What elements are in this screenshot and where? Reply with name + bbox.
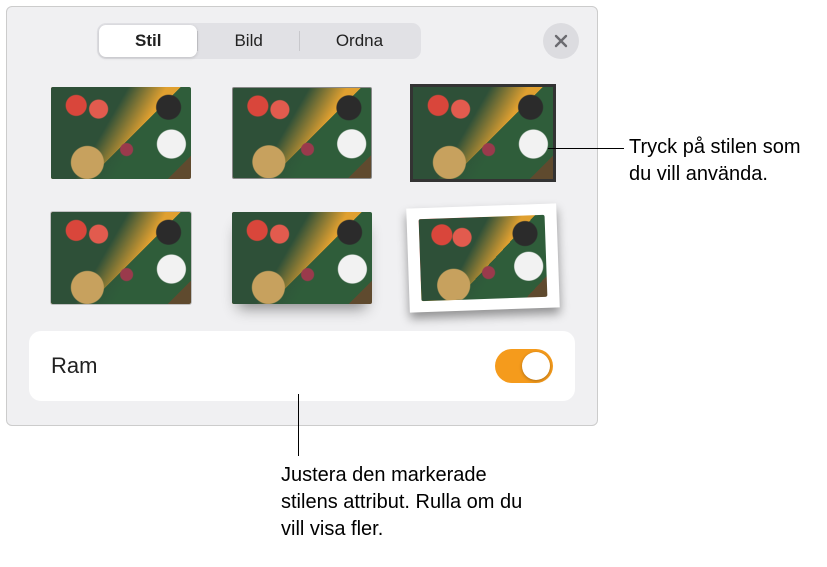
thumbnail-image bbox=[413, 87, 553, 179]
thumbnail-image bbox=[232, 212, 372, 304]
thumbnail-image bbox=[51, 87, 191, 179]
frame-label: Ram bbox=[51, 353, 97, 379]
close-button[interactable] bbox=[543, 23, 579, 59]
callout-style: Tryck på stilen som du vill använda. bbox=[629, 134, 824, 188]
callout-leader bbox=[298, 394, 299, 456]
style-option-2[interactable] bbox=[228, 87, 375, 179]
frame-toggle[interactable] bbox=[495, 349, 553, 383]
segmented-control: Stil Bild Ordna bbox=[97, 23, 421, 59]
thumbnail-image bbox=[232, 87, 372, 179]
format-panel: Stil Bild Ordna Ram bbox=[6, 6, 598, 426]
close-icon bbox=[553, 33, 569, 49]
style-option-5[interactable] bbox=[228, 207, 375, 309]
callout-leader bbox=[548, 148, 624, 149]
tab-arrange[interactable]: Ordna bbox=[300, 25, 419, 57]
frame-section: Ram bbox=[29, 331, 575, 401]
style-option-4[interactable] bbox=[47, 207, 194, 309]
tab-style[interactable]: Stil bbox=[99, 25, 197, 57]
thumbnail-image bbox=[419, 215, 548, 301]
callout-attributes: Justera den markerade stilens attribut. … bbox=[281, 462, 541, 543]
thumbnail-image bbox=[51, 212, 191, 304]
tab-image[interactable]: Bild bbox=[198, 25, 298, 57]
style-option-3[interactable] bbox=[410, 87, 557, 179]
toggle-knob bbox=[522, 352, 550, 380]
style-option-1[interactable] bbox=[47, 87, 194, 179]
style-grid bbox=[7, 69, 597, 321]
style-option-6[interactable] bbox=[410, 207, 557, 309]
tab-bar: Stil Bild Ordna bbox=[7, 7, 597, 69]
